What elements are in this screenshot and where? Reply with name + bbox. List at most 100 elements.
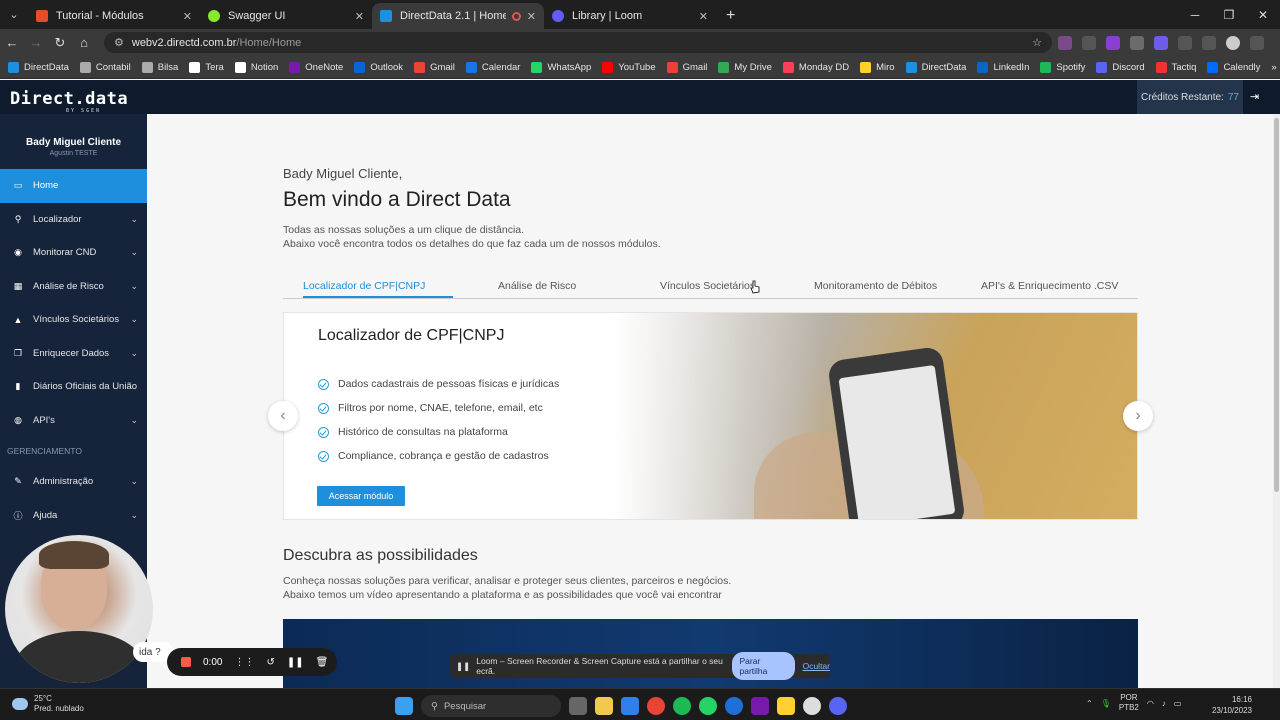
bookmark-item[interactable]: Calendly [1207,61,1260,73]
app-icon[interactable] [803,697,821,715]
extension-icon[interactable] [1106,35,1120,50]
tab-monitoramento[interactable]: Monitoramento de Débitos [814,280,937,292]
bookmark-item[interactable]: Outlook [354,61,403,73]
miro-icon[interactable] [777,697,795,715]
bookmark-item[interactable]: LinkedIn [977,61,1029,73]
minimize-icon[interactable]: ─ [1178,0,1212,29]
close-icon[interactable]: ✕ [183,10,192,23]
forward-icon[interactable]: → [24,35,48,50]
bookmark-star-icon[interactable]: ☆ [1032,36,1042,49]
weather-widget[interactable]: 25°C Pred. nublado [12,694,84,714]
store-icon[interactable] [621,697,639,715]
tab-search-icon[interactable]: ⌄ [0,0,28,29]
bookmark-item[interactable]: Monday DD [782,61,849,73]
restart-icon[interactable]: ↺ [266,657,274,668]
extension-icon[interactable] [1154,35,1168,50]
sidebar-item-di-rios-oficiais-da-uni-o[interactable]: ▮ Diários Oficiais da União [0,370,147,404]
logout-icon[interactable]: ⇥ [1250,90,1259,103]
home-icon[interactable]: ⌂ [72,35,96,50]
bookmark-item[interactable]: Miro [860,61,895,73]
grid-icon[interactable]: ⋮⋮ [234,657,254,668]
back-icon[interactable]: ← [0,35,24,50]
carousel-prev-icon[interactable]: ‹ [268,401,298,431]
sidebar-item-api-s[interactable]: ◍ API's ⌄ [0,404,147,438]
sidebar-item-home[interactable]: ▭ Home [0,169,147,203]
bookmark-item[interactable]: Notion [234,61,278,73]
trash-icon[interactable]: 🗑 [316,657,329,668]
site-info-icon[interactable]: ⚙ [114,36,124,49]
carousel-next-icon[interactable]: › [1123,401,1153,431]
close-window-icon[interactable]: ✕ [1246,0,1280,29]
bookmark-item[interactable]: DirectData [905,61,966,73]
onenote-icon[interactable] [751,697,769,715]
bookmark-item[interactable]: WhatsApp [531,61,591,73]
reload-icon[interactable]: ↻ [48,35,72,51]
sidepanel-icon[interactable] [1202,35,1216,50]
spotify-icon[interactable] [673,697,691,715]
stop-record-icon[interactable] [181,657,191,667]
profile-avatar[interactable] [1226,35,1240,50]
tab-localizador[interactable]: Localizador de CPF|CNPJ [303,280,425,292]
bookmark-item[interactable]: Tactiq [1155,61,1196,73]
sidebar-item-ajuda[interactable]: ⓘ Ajuda ⌄ [0,499,147,533]
mic-icon[interactable]: 🎙 [1101,699,1111,708]
bookmark-item[interactable]: DirectData [8,61,69,73]
scrollbar-thumb[interactable] [1274,118,1279,492]
tab-analise-risco[interactable]: Análise de Risco [498,280,576,292]
webcam-bubble[interactable] [5,535,153,683]
stop-sharing-button[interactable]: Parar partilha [731,652,795,680]
bookmark-item[interactable]: Gmail [666,61,707,73]
chrome-icon[interactable] [647,697,665,715]
windows-start-icon[interactable] [395,697,413,715]
whatsapp-icon[interactable] [699,697,717,715]
browser-tab-tutorial[interactable]: Tutorial - Módulos ✕ [28,3,200,29]
battery-icon[interactable]: ▭ [1174,699,1182,708]
sidebar-item-v-nculos-societ-rios[interactable]: ▲ Vínculos Societários ⌄ [0,303,147,337]
extension-icon[interactable] [1130,35,1144,50]
bookmark-item[interactable]: OneNote [289,61,343,73]
app-logo[interactable]: Direct.data BY SGEN [10,89,128,114]
url-input[interactable]: ⚙ webv2.directd.com.br/Home/Home ☆ [104,32,1052,53]
volume-icon[interactable]: ♪ [1162,699,1166,708]
bookmark-item[interactable]: Tera [189,61,224,73]
sidebar-item-localizador[interactable]: ⚲ Localizador ⌄ [0,203,147,237]
bookmark-item[interactable]: Calendar [465,61,520,73]
taskbar-search[interactable]: ⚲ Pesquisar [421,695,561,717]
sidebar-item-monitorar-cnd[interactable]: ◉ Monitorar CND ⌄ [0,236,147,270]
bookmark-item[interactable]: Spotify [1040,61,1085,73]
wifi-icon[interactable]: ◠ [1147,699,1154,708]
bookmarks-more-icon[interactable]: » [1271,62,1276,73]
app-icon[interactable] [829,697,847,715]
pause-icon[interactable]: ❚❚ [287,657,304,668]
new-tab-button[interactable]: + [716,3,745,29]
task-view-icon[interactable] [569,697,587,715]
puzzle-icon[interactable] [1178,35,1192,50]
tab-apis[interactable]: API's & Enriquecimento .CSV [981,280,1118,292]
edge-icon[interactable] [725,697,743,715]
browser-tab-directdata[interactable]: DirectData 2.1 | Home ✕ [372,3,544,29]
close-icon[interactable]: ✕ [699,10,708,23]
close-icon[interactable]: ✕ [355,10,364,23]
browser-tab-loom[interactable]: Library | Loom ✕ [544,3,716,29]
sidebar-item-enriquecer-dados[interactable]: ❐ Enriquecer Dados ⌄ [0,337,147,371]
bookmark-item[interactable]: My Drive [718,61,772,73]
browser-tab-swagger[interactable]: Swagger UI ✕ [200,3,372,29]
restore-icon[interactable]: ❐ [1212,0,1246,29]
extension-icon[interactable] [1058,35,1072,50]
sidebar-item-administra-o[interactable]: ✎ Administração ⌄ [0,465,147,499]
access-module-button[interactable]: Acessar módulo [317,486,405,506]
language-indicator[interactable]: POR PTB2 [1119,693,1139,713]
taskbar-clock[interactable]: 16:16 23/10/2023 [1204,694,1252,716]
tab-vinculos[interactable]: Vínculos Societários [660,280,755,292]
close-icon[interactable]: ✕ [527,10,536,23]
hide-banner-link[interactable]: Ocultar [803,661,830,671]
file-explorer-icon[interactable] [595,697,613,715]
chevron-up-icon[interactable]: ⌃ [1086,699,1093,708]
bookmark-item[interactable]: YouTube [602,61,656,73]
menu-icon[interactable] [1250,35,1264,50]
bookmark-item[interactable]: Contabil [79,61,131,73]
bookmark-item[interactable]: Discord [1096,61,1145,73]
bookmark-item[interactable]: Gmail [414,61,455,73]
sidebar-item-an-lise-de-risco[interactable]: ▦ Análise de Risco ⌄ [0,270,147,304]
bookmark-item[interactable]: Bilsa [141,61,178,73]
